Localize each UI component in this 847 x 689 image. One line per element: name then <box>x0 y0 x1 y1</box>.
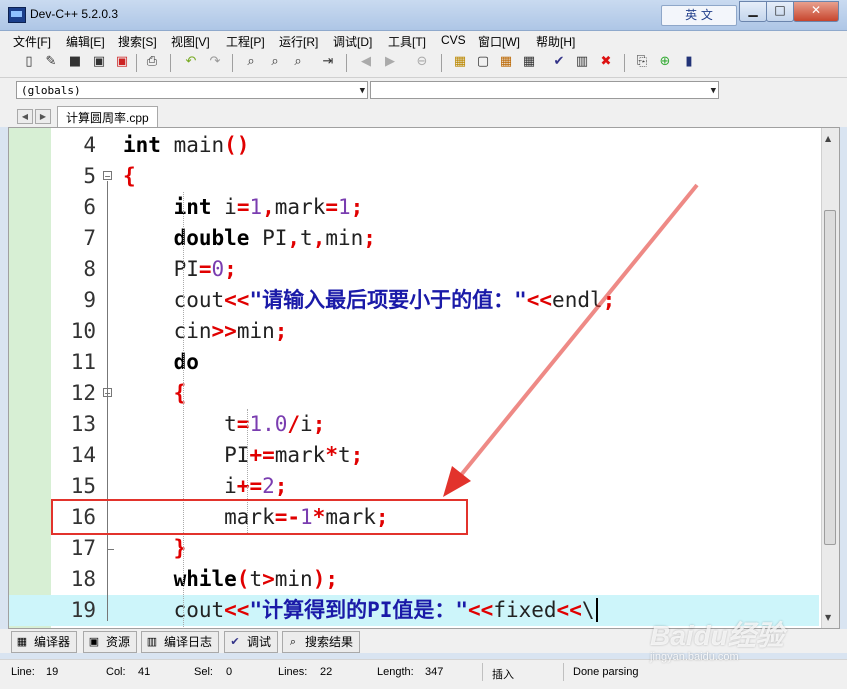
tab-label: 资源 <box>106 635 131 649</box>
resources-icon: ▣ <box>88 636 100 648</box>
annotation-arrow <box>443 183 699 497</box>
status-length-label: Length: <box>377 666 414 678</box>
tab-label: 调试 <box>247 635 272 649</box>
tab-compiler[interactable]: ▦ 编译器 <box>11 631 78 653</box>
tab-label: 编译日志 <box>164 635 213 649</box>
status-separator <box>482 663 483 681</box>
tab-compile-log[interactable]: ▥ 编译日志 <box>141 631 220 653</box>
status-sel-value: 0 <box>226 666 233 678</box>
watermark-text: Baidu经验 <box>650 620 784 651</box>
status-col-value: 41 <box>138 666 151 678</box>
search-icon: ⌕ <box>289 636 297 648</box>
status-line-label: Line: <box>11 666 35 678</box>
watermark-url: jingyan.baidu.com <box>650 651 739 663</box>
check-icon: ✔ <box>230 636 240 648</box>
status-insert-mode: 插入 <box>492 669 514 681</box>
status-col-label: Col: <box>106 666 126 678</box>
status-lines-value: 22 <box>320 666 333 678</box>
status-sel-label: Sel: <box>194 666 213 678</box>
status-length-value: 347 <box>425 666 444 678</box>
status-parse: Done parsing <box>573 666 639 678</box>
chart-icon: ▥ <box>146 636 158 648</box>
tab-label: 编译器 <box>34 635 71 649</box>
status-separator <box>563 663 564 681</box>
tab-resources[interactable]: ▣ 资源 <box>83 631 138 653</box>
compiler-icon: ▦ <box>16 636 28 648</box>
tab-debug[interactable]: ✔ 调试 <box>224 631 279 653</box>
status-line-value: 19 <box>46 666 59 678</box>
status-lines-label: Lines: <box>278 666 308 678</box>
baidu-watermark: Baidu经验 jingyan.baidu.com <box>650 614 825 666</box>
tab-search-results[interactable]: ⌕ 搜索结果 <box>282 631 361 653</box>
tab-label: 搜索结果 <box>305 635 354 649</box>
